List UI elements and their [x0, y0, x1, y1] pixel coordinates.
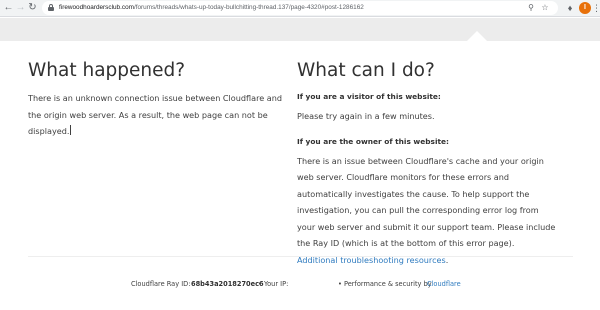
header-caret — [467, 31, 487, 41]
what-can-i-do-section: What can I do? If you are a visitor of t… — [297, 58, 557, 268]
address-bar[interactable]: firewoodhoardersclub.com/forums/threads/… — [42, 1, 558, 15]
owner-text: There is an issue between Cloudflare's c… — [297, 153, 557, 269]
owner-heading: If you are the owner of this website: — [297, 136, 449, 146]
ray-id-label: Cloudflare Ray ID: — [131, 280, 191, 288]
reload-icon[interactable]: ↻ — [26, 1, 39, 15]
performance-text: • Performance & security by — [338, 280, 432, 288]
header-band — [0, 18, 600, 41]
profile-avatar[interactable]: I — [579, 2, 591, 14]
what-happened-section: What happened? There is an unknown conne… — [28, 58, 288, 140]
what-can-i-do-title: What can I do? — [297, 60, 435, 81]
browser-toolbar: ← → ↻ firewoodhoardersclub.com/forums/th… — [0, 0, 600, 17]
what-happened-title: What happened? — [28, 60, 186, 81]
owner-body: There is an issue between Cloudflare's c… — [297, 155, 556, 249]
footer-divider — [28, 256, 573, 257]
zoom-icon[interactable]: ⚲ — [526, 1, 536, 15]
what-happened-text: There is an unknown connection issue bet… — [28, 90, 288, 140]
more-menu-icon[interactable]: ⋮ — [592, 1, 600, 15]
cloudflare-link[interactable]: Cloudflare — [427, 279, 461, 289]
url-text[interactable]: firewoodhoardersclub.com/forums/threads/… — [59, 1, 364, 15]
your-ip-label: • Your IP: — [258, 280, 289, 288]
visitor-heading: If you are a visitor of this website: — [297, 92, 441, 101]
url-host: firewoodhoardersclub.com — [59, 4, 134, 11]
visitor-body: Please try again in a few minutes. — [297, 111, 435, 121]
what-happened-body: There is an unknown connection issue bet… — [28, 93, 283, 136]
ray-id-value: 68b43a2018270ec6 — [191, 280, 264, 288]
lock-icon[interactable] — [48, 4, 54, 11]
url-path: /forums/threads/whats-up-today-bullchitt… — [133, 4, 364, 11]
star-icon[interactable]: ☆ — [540, 1, 550, 15]
text-cursor — [70, 125, 72, 135]
extensions-puzzle-icon[interactable]: ♦ — [564, 1, 576, 15]
